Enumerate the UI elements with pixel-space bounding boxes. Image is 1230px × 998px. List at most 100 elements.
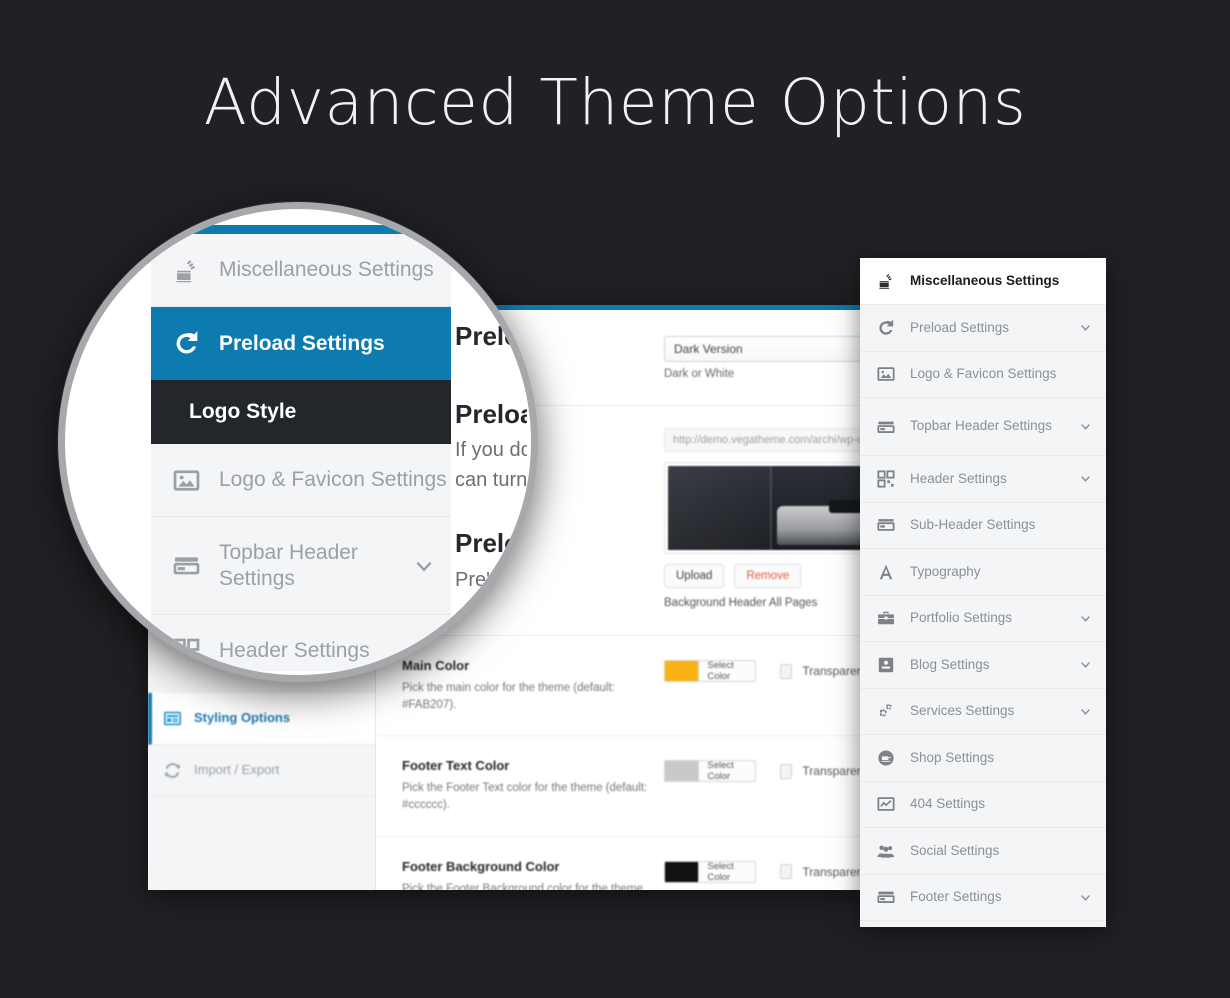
chevron-down-icon[interactable] [1078,472,1092,486]
settings-menu-panel: Miscellaneous Settings Preload Settings … [860,258,1106,927]
menu-item-label: Logo & Favicon Settings [910,366,1057,382]
menu-item-label: Blog Settings [910,656,990,672]
footer-icon [874,887,898,907]
sidebar-item-styling-options[interactable]: Styling Options [148,693,375,745]
lens-item-logo-style[interactable]: Logo Style [151,380,451,444]
chevron-down-icon[interactable] [1078,704,1092,718]
blog-icon [874,655,898,675]
lens-preload-heading-1: Preload [455,321,527,351]
option-row-footer-background-color: Footer Background Color Pick the Footer … [376,837,863,890]
select-color-button[interactable]: Select Color [698,660,756,682]
select-color-button[interactable]: Select Color [698,760,756,783]
transparent-checkbox[interactable] [779,663,793,679]
menu-item-blog-settings[interactable]: Blog Settings [860,642,1106,689]
shop-icon [874,748,898,768]
sidebar-item-import-export[interactable]: Import / Export [148,745,375,797]
topbar-icon [874,417,898,437]
transparent-label: Transparent [802,764,863,779]
remove-button[interactable]: Remove [734,564,802,588]
option-title: Footer Text Color [402,758,510,774]
background-image-url-input[interactable]: http://demo.vegatheme.com/archi/wp-conte… [664,428,863,452]
select-value: Dark Version [674,342,743,356]
chevron-down-icon[interactable] [1078,658,1092,672]
sidebar-item-label: Styling Options [194,710,291,726]
image-icon [169,465,203,495]
lens-item-miscellaneous-settings[interactable]: Miscellaneous Settings [151,234,451,307]
menu-item-label: Typography [910,563,981,579]
lens-item-topbar-header-settings[interactable]: Topbar Header Settings [151,517,451,615]
chevron-down-icon[interactable] [1078,611,1092,625]
lens-accent-bar [151,225,451,234]
menu-item-label: Topbar Header Settings [910,418,1052,434]
option-title: Footer Background Color [402,858,560,874]
option-desc: Pick the main color for the theme (defau… [402,682,615,711]
menu-item-footer-settings[interactable]: Footer Settings [860,875,1106,921]
chevron-down-icon[interactable] [1078,321,1092,335]
transparent-label: Transparent [802,864,863,879]
transparent-checkbox[interactable] [779,763,793,779]
sync-icon [162,761,182,781]
menu-item-404-settings[interactable]: 404 Settings [860,782,1106,828]
preload-version-select[interactable]: Dark Version × ▼ [664,336,863,362]
screenshot-root: Advanced Theme Options Styling Options I… [0,0,1230,998]
menu-item-preload-settings[interactable]: Preload Settings [860,305,1106,352]
refresh-icon [169,329,203,359]
option-row-footer-text-color: Footer Text Color Pick the Footer Text c… [376,736,863,837]
color-swatch[interactable] [664,760,700,783]
menu-item-miscellaneous-settings[interactable]: Miscellaneous Settings [860,258,1106,305]
menu-item-label: Shop Settings [910,749,995,765]
color-swatch[interactable] [664,660,700,682]
menu-item-sub-header-settings[interactable]: Sub-Header Settings [860,503,1106,549]
image-icon [874,364,898,384]
sidebar-item-label: Import / Export [194,762,280,778]
lens-item-label: Header Settings [219,639,370,663]
grid-icon [169,636,203,666]
background-image-thumbnail [664,462,863,554]
lens-item-label: Logo Style [189,400,297,424]
menu-item-label: Social Settings [910,842,1000,858]
color-swatch[interactable] [664,860,700,883]
lens-menu: Miscellaneous Settings Preload Settings … [151,234,451,671]
menu-item-header-settings[interactable]: Header Settings [860,456,1106,503]
lens-content-preview: Preload Preload C If you do n can turn i… [451,209,527,671]
lens-item-logo-favicon-settings[interactable]: Logo & Favicon Settings [151,444,451,517]
lens-item-label: Miscellaneous Settings [219,258,434,282]
menu-item-label: Preload Settings [910,319,1010,335]
menu-item-shop-settings[interactable]: Shop Settings [860,735,1106,782]
lens-preload-body-2: Pre' [455,569,490,591]
upload-button[interactable]: Upload [664,564,725,588]
url-value: http://demo.vegatheme.com/archi/wp-conte… [673,434,863,446]
transparent-checkbox[interactable] [779,864,793,880]
chart-icon [874,794,898,814]
lens-item-header-settings[interactable]: Header Settings [151,615,451,671]
topbar-icon [169,551,203,581]
select-color-button[interactable]: Select Color [698,860,756,883]
menu-item-social-settings[interactable]: Social Settings [860,828,1106,875]
people-icon [874,841,898,861]
docs-icon [874,271,898,291]
lens-preload-body-line2: can turn it [455,469,527,491]
menu-item-portfolio-settings[interactable]: Portfolio Settings [860,596,1106,642]
briefcase-icon [874,608,898,628]
menu-item-label: Miscellaneous Settings [910,272,1060,288]
menu-item-logo-favicon-settings[interactable]: Logo & Favicon Settings [860,352,1106,398]
menu-item-services-settings[interactable]: Services Settings [860,689,1106,735]
lens-item-preload-settings[interactable]: Preload Settings [151,307,451,380]
lens-preload-heading-3: Preloa [455,528,527,558]
menu-item-label: Portfolio Settings [910,610,1013,626]
chevron-down-icon[interactable] [1078,890,1092,904]
image-caption: Background Header All Pages [664,597,818,609]
menu-item-topbar-header-settings[interactable]: Topbar Header Settings [860,398,1106,456]
option-desc: Pick the Footer Text color for the theme… [402,782,648,812]
menu-item-typography[interactable]: Typography [860,549,1106,596]
docs-icon [169,255,203,285]
lens-item-label: Preload Settings [219,331,385,355]
transparent-label: Transparent [802,664,863,678]
menu-item-label: Header Settings [910,470,1007,486]
subheader-icon [874,515,898,535]
option-desc: Pick the Footer Background color for the… [402,882,643,890]
chevron-down-icon[interactable] [411,640,437,662]
chevron-down-icon[interactable] [1078,420,1092,434]
menu-item-label: Footer Settings [910,889,1002,905]
chevron-down-icon[interactable] [411,555,437,577]
